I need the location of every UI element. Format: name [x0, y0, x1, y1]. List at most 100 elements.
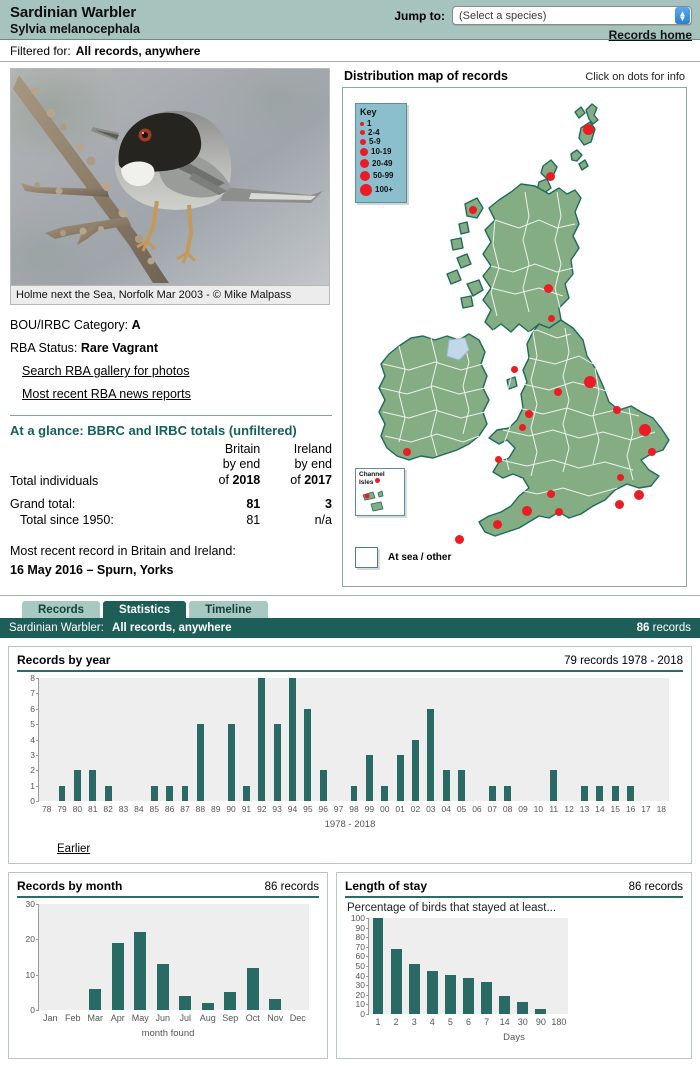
map-dot[interactable]: [639, 424, 651, 436]
map-dot[interactable]: [493, 520, 502, 529]
map-dot[interactable]: [522, 506, 532, 516]
chart-bar[interactable]: [627, 785, 635, 801]
map-dot[interactable]: [544, 284, 553, 293]
chart-bar[interactable]: [550, 770, 558, 801]
map-dot[interactable]: [617, 474, 624, 481]
chart-bar[interactable]: [412, 739, 419, 801]
gallery-link[interactable]: Search RBA gallery for photos: [22, 360, 189, 383]
chart-bar[interactable]: [444, 974, 456, 1014]
y-axis-tick: [36, 1010, 39, 1011]
chart-bar[interactable]: [156, 964, 169, 1010]
map-dot[interactable]: [519, 424, 526, 431]
ireland-h1: Ireland: [293, 441, 332, 456]
chart-bar[interactable]: [89, 770, 97, 801]
chart-bar[interactable]: [442, 770, 450, 801]
map-dot[interactable]: [403, 448, 411, 456]
y-axis-tick-label: 20: [25, 934, 35, 945]
map-dot[interactable]: [555, 508, 563, 516]
chart-bar[interactable]: [269, 999, 282, 1010]
chart-bar[interactable]: [196, 724, 204, 801]
records-by-month-chart: 0 10 20 30 Jan Feb Mar Apr May Jun Jul Aug Sep Oct Nov…: [17, 898, 319, 1050]
map-dot[interactable]: [495, 456, 502, 463]
chart-bar[interactable]: [596, 785, 604, 801]
chart-bar[interactable]: [396, 754, 404, 801]
chart-bar[interactable]: [181, 785, 189, 801]
chart-bar[interactable]: [58, 785, 66, 801]
chart-bar[interactable]: [166, 785, 174, 801]
chart-bar[interactable]: [463, 977, 474, 1014]
rba-status-value: Rare Vagrant: [80, 341, 159, 356]
filter-value: All records, anywhere: [75, 43, 201, 58]
chart-bar[interactable]: [150, 785, 158, 801]
channel-isles-inset: Channel Isles: [355, 468, 405, 516]
records-by-month-header: Records by month 86 records: [17, 879, 319, 898]
map-dot[interactable]: [584, 376, 596, 388]
chart-bar[interactable]: [611, 785, 619, 801]
tab-statistics[interactable]: Statistics: [103, 601, 187, 618]
chart-bar[interactable]: [535, 1009, 547, 1014]
map-dot[interactable]: [613, 406, 621, 414]
y-axis-tick-label: 40: [355, 970, 365, 981]
map-dot[interactable]: [511, 366, 518, 373]
map-dot[interactable]: [548, 315, 555, 322]
chart-bar[interactable]: [111, 942, 124, 1010]
scientific-name: Sylvia melanocephala: [10, 22, 140, 37]
chart-bar[interactable]: [372, 918, 384, 1014]
chevron-updown-icon: ▲ ▼: [675, 7, 690, 24]
map-dot[interactable]: [634, 490, 644, 500]
chart-bar[interactable]: [426, 970, 438, 1014]
distribution-map[interactable]: Key 1 2-4 5-9 10-19 20-49 50-99 100+ Cha…: [342, 87, 687, 587]
chart-bar[interactable]: [481, 982, 492, 1014]
earlier-link[interactable]: Earlier: [57, 843, 90, 855]
y-axis-tick-label: 4: [30, 734, 35, 745]
chart-bar[interactable]: [104, 785, 112, 801]
chart-bar[interactable]: [427, 708, 435, 801]
chart-bar[interactable]: [201, 1002, 214, 1010]
chart-bar[interactable]: [381, 785, 389, 801]
y-axis-tick-label: 6: [30, 703, 35, 714]
chart-bar[interactable]: [517, 1001, 529, 1014]
chart-bar[interactable]: [179, 995, 192, 1010]
chart-bar[interactable]: [242, 785, 250, 801]
chart-bar[interactable]: [504, 785, 512, 801]
at-sea-swatch: [355, 547, 378, 568]
chart-bar[interactable]: [319, 770, 327, 801]
chart-bar[interactable]: [289, 678, 296, 801]
map-dot[interactable]: [583, 124, 594, 135]
chart-bar[interactable]: [458, 770, 465, 801]
y-axis-tick-label: 70: [355, 941, 365, 952]
chart-bar[interactable]: [350, 785, 358, 801]
map-dot[interactable]: [547, 490, 555, 498]
chart-bar[interactable]: [581, 785, 588, 801]
chart-bar[interactable]: [258, 678, 266, 801]
chart-bar[interactable]: [273, 724, 281, 801]
map-dot[interactable]: [554, 388, 562, 396]
chart-bar[interactable]: [134, 932, 147, 1010]
records-home-link[interactable]: Records home: [394, 28, 692, 42]
map-dot[interactable]: [455, 535, 464, 544]
chart-bar[interactable]: [246, 967, 259, 1010]
map-dot[interactable]: [525, 410, 533, 418]
chart-bar[interactable]: [499, 995, 511, 1014]
species-select[interactable]: (Select a species) ▲ ▼: [452, 6, 692, 25]
grand-total-label: Grand total:: [10, 497, 76, 512]
chart-bar[interactable]: [224, 992, 237, 1010]
chart-bar[interactable]: [408, 964, 420, 1014]
chart-bar[interactable]: [89, 988, 102, 1010]
chart-bar[interactable]: [227, 724, 235, 801]
chart-bar[interactable]: [390, 948, 402, 1014]
map-dot[interactable]: [615, 500, 624, 509]
tab-timeline[interactable]: Timeline: [189, 601, 268, 618]
tab-records[interactable]: Records: [22, 601, 101, 618]
chart-bar[interactable]: [488, 785, 496, 801]
map-dot[interactable]: [648, 448, 656, 456]
map-dot[interactable]: [546, 172, 555, 181]
map-dot[interactable]: [469, 206, 477, 214]
chart-bar[interactable]: [304, 708, 312, 801]
records-by-year-subtitle: 79 records 1978 - 2018: [564, 655, 683, 667]
y-axis-line: [38, 678, 39, 801]
chart-bar[interactable]: [73, 770, 81, 801]
map-key: Key 1 2-4 5-9 10-19 20-49 50-99 100+: [355, 103, 407, 203]
news-reports-link[interactable]: Most recent RBA news reports: [22, 383, 191, 406]
chart-bar[interactable]: [365, 754, 373, 801]
